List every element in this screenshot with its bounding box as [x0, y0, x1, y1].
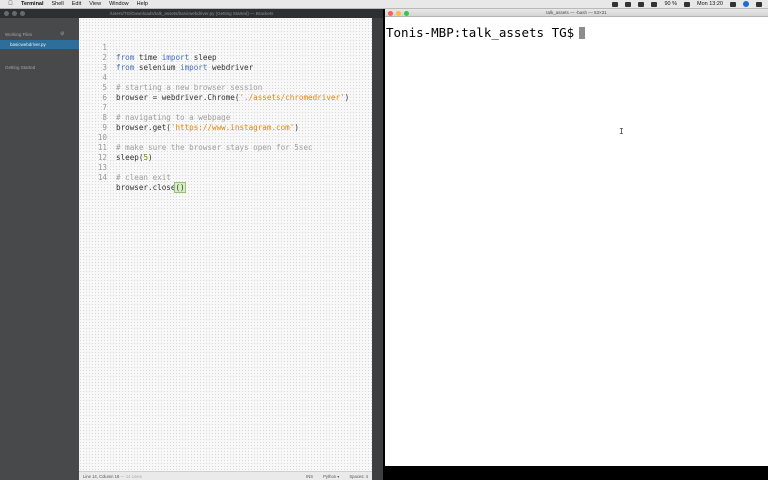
editor-scroll-gutter[interactable] — [372, 18, 383, 480]
code-text: from time import sleep — [116, 53, 217, 62]
code-editor[interactable]: 1 from time import sleep 2 from selenium… — [79, 18, 372, 471]
code-line: 13 # clean exit — [79, 153, 171, 182]
airplay-icon[interactable] — [612, 1, 619, 7]
wifi-icon[interactable] — [638, 1, 645, 7]
desktop-background — [383, 466, 768, 480]
working-files-header: Working Files — [5, 32, 33, 37]
working-file-item[interactable]: basicwebdriver.py — [0, 40, 79, 49]
insert-mode-indicator[interactable]: INS — [306, 474, 313, 479]
menubar-clock[interactable]: Mon 13:20 — [697, 1, 723, 7]
terminal-output[interactable]: Tonis-MBP:talk_assets TG$ I — [385, 17, 768, 466]
code-text: from selenium import webdriver — [116, 63, 254, 72]
menu-shell[interactable]: Shell — [52, 1, 64, 7]
code-comment: # clean exit — [116, 173, 171, 182]
battery-icon[interactable] — [684, 1, 690, 7]
minimize-window-icon[interactable] — [12, 11, 17, 16]
code-line: 14 browser.close() — [79, 163, 186, 193]
code-line: 10 # make sure the browser stays open fo… — [79, 123, 313, 152]
menu-help[interactable]: Help — [137, 1, 148, 7]
menu-app-name[interactable]: Terminal — [21, 1, 44, 7]
code-line: 1 from time import sleep — [79, 33, 216, 62]
code-text: browser.close() — [116, 182, 186, 193]
brackets-titlebar[interactable]: /Users/TG/Downloads/talk_assets/basicweb… — [0, 9, 383, 18]
menu-edit[interactable]: Edit — [72, 1, 81, 7]
code-text: browser.get('https://www.instagram.com') — [116, 123, 299, 132]
indentation-setting[interactable]: Spaces: 4 — [349, 474, 368, 479]
terminal-title: talk_assets — -bash — 53×31 — [546, 10, 607, 15]
working-files-settings-icon[interactable]: ⚙ — [60, 31, 64, 37]
volume-icon[interactable] — [651, 1, 658, 7]
menu-view[interactable]: View — [89, 1, 101, 7]
menu-window[interactable]: Window — [109, 1, 129, 7]
ibeam-cursor-icon: I — [619, 127, 624, 136]
bluetooth-icon[interactable] — [625, 1, 632, 7]
siri-icon[interactable] — [743, 1, 749, 7]
code-comment: # make sure the browser stays open for 5… — [116, 143, 313, 152]
code-line: 4 # starting a new browser session — [79, 63, 262, 92]
status-menus: 90 % Mon 13:20 — [612, 1, 762, 7]
terminal-window: talk_assets — -bash — 53×31 Tonis-MBP:ta… — [385, 9, 768, 466]
code-line: 12 — [79, 143, 107, 162]
code-comment: # navigating to a webpage — [116, 113, 231, 122]
terminal-window-controls — [388, 10, 409, 16]
brackets-window-controls — [4, 11, 25, 16]
cursor-position: Line 14, Column 16 — 14 Lines — [83, 473, 142, 479]
code-line: 8 browser.get('https://www.instagram.com… — [79, 103, 298, 132]
zoom-window-icon[interactable] — [20, 11, 25, 16]
language-selector[interactable]: Python ▾ — [323, 474, 339, 479]
zoom-window-icon[interactable] — [404, 10, 409, 16]
code-comment: # starting a new browser session — [116, 83, 263, 92]
code-line: 6 — [79, 83, 107, 102]
brackets-title: /Users/TG/Downloads/talk_assets/basicweb… — [109, 11, 274, 16]
close-window-icon[interactable] — [4, 11, 9, 16]
brackets-window: /Users/TG/Downloads/talk_assets/basicweb… — [0, 9, 383, 480]
code-line: 3 — [79, 53, 107, 72]
code-line: 5 browser = webdriver.Chrome('./assets/c… — [79, 73, 349, 102]
brackets-sidebar: Working Files ⚙ basicwebdriver.py Gettin… — [0, 18, 79, 480]
terminal-titlebar[interactable]: talk_assets — -bash — 53×31 — [385, 9, 768, 17]
spotlight-icon[interactable] — [730, 1, 736, 7]
code-line: 9 — [79, 113, 107, 132]
code-line: 2 from selenium import webdriver — [79, 43, 253, 72]
battery-indicator[interactable]: 90 % — [664, 1, 677, 7]
shell-prompt: Tonis-MBP:talk_assets TG$ — [386, 25, 586, 40]
text-cursor — [579, 27, 586, 39]
minimize-window-icon[interactable] — [396, 10, 401, 16]
notification-center-icon[interactable] — [756, 1, 762, 7]
project-dropdown[interactable]: Getting Started — [5, 65, 35, 70]
code-line: 7 # navigating to a webpage — [79, 93, 230, 122]
editor-status-bar: Line 14, Column 16 — 14 Lines INS Python… — [79, 471, 372, 480]
menu-bar:  Terminal Shell Edit View Window Help 9… — [0, 0, 768, 9]
line-number: 14 — [97, 173, 107, 182]
code-text: browser = webdriver.Chrome('./assets/chr… — [116, 93, 350, 102]
apple-menu-icon[interactable]:  — [6, 1, 15, 7]
code-text: sleep(5) — [116, 153, 153, 162]
close-window-icon[interactable] — [388, 10, 393, 16]
code-line: 11 sleep(5) — [79, 133, 153, 162]
